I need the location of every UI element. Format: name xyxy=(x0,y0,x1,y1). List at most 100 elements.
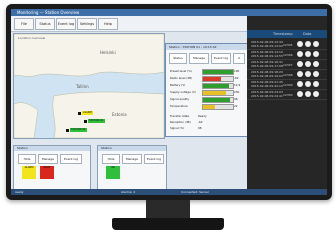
param-value: 100 xyxy=(234,69,240,73)
toolbar-eventlog-button[interactable]: Event log xyxy=(56,18,76,30)
panel-manage-button[interactable]: Manage xyxy=(38,154,58,164)
param-label: Temperature xyxy=(170,104,188,108)
status-bar: ready Alarms: 2 Connected: Server xyxy=(11,189,327,195)
map-station-marker[interactable] xyxy=(78,112,81,115)
toolbar-help-button[interactable]: Help xyxy=(98,18,118,30)
param-bar-fill xyxy=(203,91,226,95)
map-label-tallinn: Tallinn xyxy=(76,84,89,89)
info-value: 98 xyxy=(198,126,202,130)
param-value: -62 xyxy=(234,76,239,80)
event-timestamp: 2015-02-06 09:12:44 2015-02-06 09:13:02 xyxy=(251,40,283,48)
info-icon[interactable] xyxy=(297,51,303,57)
panel-hide-button[interactable]: Hide xyxy=(18,154,36,164)
panel-eventlog-button[interactable]: Event log xyxy=(144,154,164,164)
param-bar xyxy=(202,104,234,110)
param-value: 12.9 xyxy=(234,83,241,87)
info-icon[interactable] xyxy=(297,71,303,77)
event-row[interactable]: 2015-02-06 09:24:03 2015-02-06 09:24:41 1… xyxy=(247,90,327,100)
param-row: Supply voltage (V) 230 xyxy=(170,89,248,96)
map-header: Location overview xyxy=(18,36,46,40)
window-titlebar: Monitoring — Station Overview xyxy=(11,9,327,16)
status-tile-fault[interactable]: FAULT xyxy=(40,166,54,179)
event-timestamp: 2015-02-06 09:16:31 2015-02-06 09:17:08 xyxy=(251,60,283,68)
toolbar-file-button[interactable]: File xyxy=(14,18,34,30)
edit-icon[interactable] xyxy=(305,61,311,67)
info-icon[interactable] xyxy=(297,81,303,87)
delete-icon[interactable] xyxy=(313,61,319,67)
delete-icon[interactable] xyxy=(313,51,319,57)
edit-icon[interactable] xyxy=(305,81,311,87)
status-tile-ok[interactable]: OK xyxy=(106,166,120,179)
panel-hide-button[interactable]: Hide xyxy=(102,154,120,164)
info-value: Ready xyxy=(198,114,207,118)
window-title: Monitoring — Station Overview xyxy=(17,10,80,15)
param-row: Signal quality 98 xyxy=(170,96,248,103)
param-bar-fill xyxy=(203,98,230,102)
dialog-titlebar: Station - STATION 01 - 10:15:42 xyxy=(166,44,250,50)
event-row[interactable]: 2015-02-06 09:21:45 2015-02-06 09:22:10 1… xyxy=(247,80,327,90)
map-label-estonia: Estonia xyxy=(112,112,127,117)
event-id: 12346 xyxy=(283,53,293,57)
dialog-status-button[interactable]: Status xyxy=(169,53,187,64)
info-icon[interactable] xyxy=(297,91,303,97)
event-timestamp: 2015-02-06 09:21:45 2015-02-06 09:22:10 xyxy=(251,80,283,88)
map-station-marker[interactable] xyxy=(84,120,87,123)
status-mid: Alarms: 2 xyxy=(121,190,136,194)
event-timestamp: 2015-02-06 09:24:03 2015-02-06 09:24:41 xyxy=(251,90,283,98)
event-row[interactable]: 2015-02-06 09:12:44 2015-02-06 09:13:02 1… xyxy=(247,40,327,50)
param-label: Signal quality xyxy=(170,97,190,101)
event-timestamp: 2015-02-06 09:18:20 2015-02-06 09:19:02 xyxy=(251,70,283,78)
info-icon[interactable] xyxy=(297,41,303,47)
event-row[interactable]: 2015-02-06 09:14:10 2015-02-06 09:14:55 1… xyxy=(247,50,327,60)
panel-title: Station xyxy=(14,146,90,151)
event-sidebar: Timestamp Data 2015-02-06 09:12:44 2015-0… xyxy=(247,16,327,195)
toolbar-status-button[interactable]: Status xyxy=(35,18,55,30)
param-value: 230 xyxy=(234,90,240,94)
toolbar-settings-button[interactable]: Settings xyxy=(77,18,97,30)
info-key: Signal (%) xyxy=(170,126,185,130)
station-panel-2: Station Hide Manage Event log OK xyxy=(97,145,167,195)
event-id: 12349 xyxy=(283,83,293,87)
map-view[interactable]: Location overview Helsinki Tallinn Eston… xyxy=(13,33,165,139)
param-bar-fill xyxy=(203,77,221,81)
monitor-stand-base xyxy=(112,218,224,230)
info-icon[interactable] xyxy=(297,61,303,67)
monitor-stand-neck xyxy=(146,200,190,218)
dialog-title: Station - STATION 01 - 10:15:42 xyxy=(169,45,217,49)
param-label: Preset level (%) xyxy=(170,69,192,73)
map-station-marker[interactable] xyxy=(66,129,69,132)
edit-icon[interactable] xyxy=(305,71,311,77)
edit-icon[interactable] xyxy=(305,51,311,57)
map-station-tag[interactable]: STATION 02 xyxy=(70,128,87,132)
dialog-manage-button[interactable]: Manage xyxy=(189,53,209,64)
param-label: Supply voltage (V) xyxy=(170,90,196,94)
delete-icon[interactable] xyxy=(313,91,319,97)
param-bar-fill xyxy=(203,105,215,109)
app-window: Monitoring — Station Overview File Statu… xyxy=(11,9,327,195)
param-row: Radio level (dB) -62 xyxy=(170,75,248,82)
dialog-close-button[interactable]: X xyxy=(233,53,245,64)
param-row: Battery (V) 12.9 xyxy=(170,82,248,89)
event-id: 12347 xyxy=(283,63,293,67)
delete-icon[interactable] xyxy=(313,41,319,47)
param-bar-fill xyxy=(203,84,229,88)
panel-eventlog-button[interactable]: Event log xyxy=(60,154,82,164)
info-value: -62 xyxy=(198,120,203,124)
panel-title: Station xyxy=(98,146,166,151)
map-alarm-tag[interactable]: ALARM xyxy=(82,111,93,115)
edit-icon[interactable] xyxy=(305,41,311,47)
param-row: Temperature 22 xyxy=(170,103,248,110)
event-timestamp: 2015-02-06 09:14:10 2015-02-06 09:14:55 xyxy=(251,50,283,58)
dialog-eventlog-button[interactable]: Event log xyxy=(211,53,231,64)
edit-icon[interactable] xyxy=(305,91,311,97)
status-tile-alarm[interactable]: ALARM xyxy=(22,166,36,179)
map-station-tag[interactable]: STATION 01 xyxy=(88,119,105,123)
event-row[interactable]: 2015-02-06 09:16:31 2015-02-06 09:17:08 1… xyxy=(247,60,327,70)
panel-manage-button[interactable]: Manage xyxy=(122,154,142,164)
event-row[interactable]: 2015-02-06 09:18:20 2015-02-06 09:19:02 1… xyxy=(247,70,327,80)
param-value: 22 xyxy=(234,104,238,108)
delete-icon[interactable] xyxy=(313,81,319,87)
sidebar-header-timestamp: Timestamp xyxy=(273,32,293,36)
delete-icon[interactable] xyxy=(313,71,319,77)
station-panel-1: Station Hide Manage Event log ALARM FAUL… xyxy=(13,145,91,195)
